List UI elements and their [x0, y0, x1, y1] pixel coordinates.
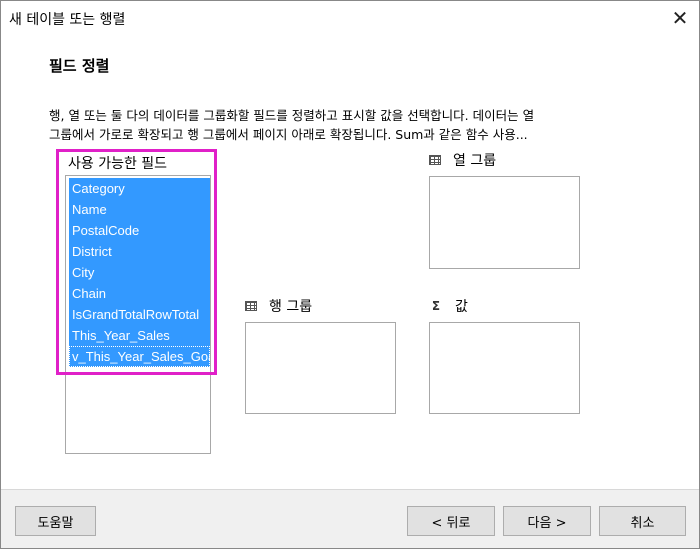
title-bar: 새 테이블 또는 행렬 ✕: [1, 1, 699, 35]
description-line-2: 그룹에서 가로로 확장되고 행 그룹에서 페이지 아래로 확장됩니다. Sum과…: [49, 127, 528, 142]
help-button[interactable]: 도움말: [15, 506, 96, 536]
column-groups-dropzone[interactable]: [429, 176, 580, 269]
column-groups-header: 열 그룹: [429, 150, 496, 170]
close-icon[interactable]: ✕: [667, 5, 693, 31]
row-groups-label: 행 그룹: [269, 299, 313, 315]
sigma-icon: Σ: [431, 299, 441, 313]
row-groups-dropzone[interactable]: [245, 322, 396, 414]
page-description: 행, 열 또는 둘 다의 데이터를 그룹화할 필드를 정렬하고 표시할 값을 선…: [49, 106, 669, 144]
table-icon: [245, 301, 257, 311]
dialog-footer: 도움말 < 뒤로 다음 > 취소: [1, 489, 699, 548]
back-button[interactable]: < 뒤로: [407, 506, 495, 536]
values-dropzone[interactable]: [429, 322, 580, 414]
selection-highlight-frame: [56, 149, 217, 375]
window-title: 새 테이블 또는 행렬: [9, 12, 126, 28]
dialog-window: 새 테이블 또는 행렬 ✕ 필드 정렬 행, 열 또는 둘 다의 데이터를 그룹…: [0, 0, 700, 549]
values-label: 값: [455, 299, 468, 315]
next-button[interactable]: 다음 >: [503, 506, 591, 536]
table-icon: [429, 155, 441, 165]
page-title: 필드 정렬: [49, 57, 110, 75]
row-groups-header: 행 그룹: [245, 296, 312, 316]
column-groups-label: 열 그룹: [453, 153, 497, 169]
cancel-button[interactable]: 취소: [599, 506, 686, 536]
description-line-1: 행, 열 또는 둘 다의 데이터를 그룹화할 필드를 정렬하고 표시할 값을 선…: [49, 108, 535, 123]
values-header: Σ 값: [429, 296, 468, 316]
